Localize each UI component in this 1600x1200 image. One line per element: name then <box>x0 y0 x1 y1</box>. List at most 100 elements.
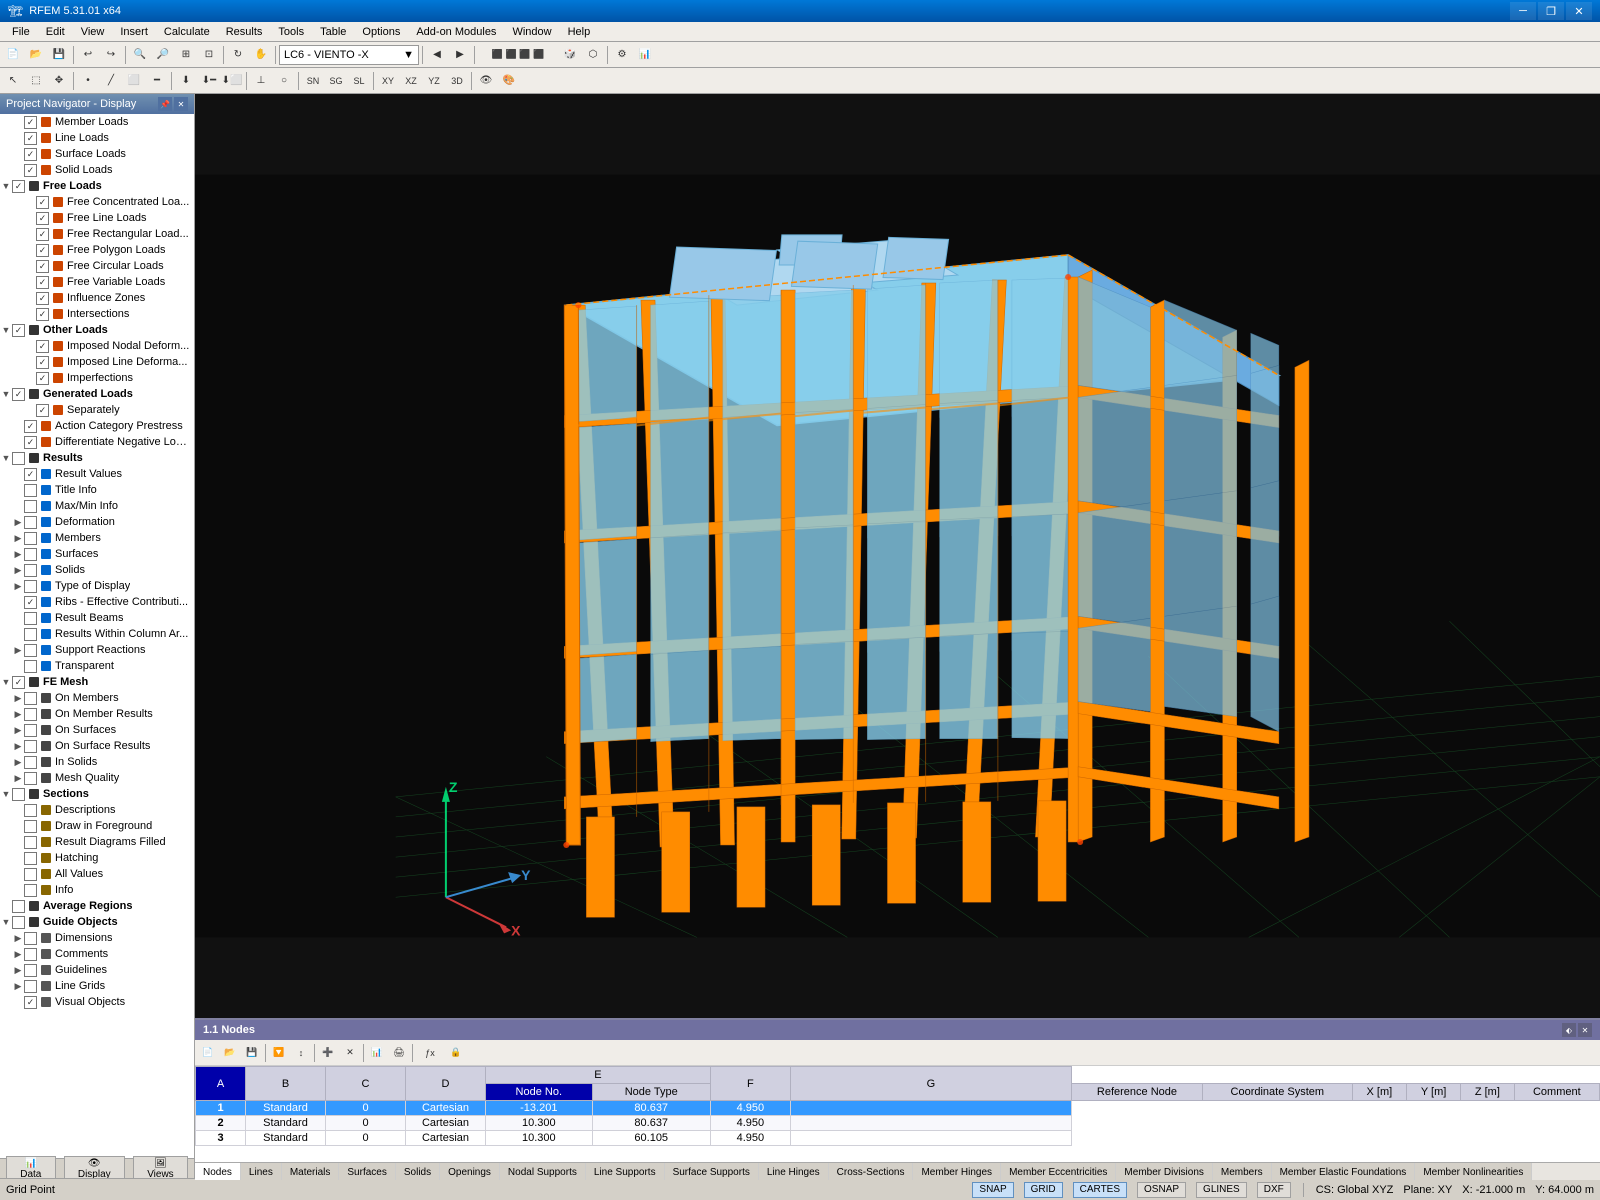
toggle-mesh-quality[interactable]: ▶ <box>12 772 24 784</box>
toggle-guidelines[interactable]: ▶ <box>12 964 24 976</box>
tb-open[interactable]: 📂 <box>25 44 47 66</box>
bottom-tab-solids[interactable]: Solids <box>396 1163 440 1180</box>
tb-wireframe[interactable]: ⬡ <box>582 44 604 66</box>
bottom-tab-members[interactable]: Members <box>1213 1163 1272 1180</box>
check-free-loads[interactable] <box>12 180 25 193</box>
tree-item-visual-objects[interactable]: Visual Objects <box>0 994 194 1010</box>
check-result-diagrams[interactable] <box>24 836 37 849</box>
col-header-b[interactable]: B <box>246 1067 326 1101</box>
tree-item-separately[interactable]: Separately <box>0 402 194 418</box>
check-free-variable[interactable] <box>36 276 49 289</box>
tree-item-free-circular[interactable]: Free Circular Loads <box>0 258 194 274</box>
check-max-min-info[interactable] <box>24 500 37 513</box>
tb2-view-3d[interactable]: 3D <box>446 70 468 92</box>
tb-zoom-all[interactable]: ⊞ <box>175 44 197 66</box>
status-osnap[interactable]: OSNAP <box>1137 1182 1186 1198</box>
tb2-node[interactable]: • <box>77 70 99 92</box>
toggle-deformation[interactable]: ▶ <box>12 516 24 528</box>
footer-display-btn[interactable]: 👁 Display <box>64 1156 125 1179</box>
tree-item-all-values[interactable]: All Values <box>0 866 194 882</box>
panel-pin[interactable]: 📌 <box>158 97 172 111</box>
tree-item-imperfections[interactable]: Imperfections <box>0 370 194 386</box>
tb2-view-yz[interactable]: YZ <box>423 70 445 92</box>
tree-item-results[interactable]: ▼Results <box>0 450 194 466</box>
toggle-support-reactions[interactable]: ▶ <box>12 644 24 656</box>
tree-item-on-surfaces[interactable]: ▶On Surfaces <box>0 722 194 738</box>
table-tb-save[interactable]: 💾 <box>241 1042 263 1064</box>
menu-results[interactable]: Results <box>218 22 271 41</box>
check-result-values[interactable] <box>24 468 37 481</box>
status-glines[interactable]: GLINES <box>1196 1182 1247 1198</box>
tree-item-differentiate[interactable]: Differentiate Negative Loa... <box>0 434 194 450</box>
tb2-snap-node[interactable]: SN <box>302 70 324 92</box>
check-surfaces[interactable] <box>24 548 37 561</box>
close-button[interactable]: ✕ <box>1566 2 1592 20</box>
nodes-table-container[interactable]: A B C D E F G Node No. Node Type Referen… <box>195 1066 1600 1162</box>
tree-item-hatching[interactable]: Hatching <box>0 850 194 866</box>
tree-item-guidelines[interactable]: ▶Guidelines <box>0 962 194 978</box>
table-tb-delete[interactable]: ✕ <box>339 1042 361 1064</box>
bottom-tab-line-hinges[interactable]: Line Hinges <box>759 1163 829 1180</box>
tree-item-result-diagrams[interactable]: Result Diagrams Filled <box>0 834 194 850</box>
bottom-tab-nodes[interactable]: Nodes <box>195 1163 241 1180</box>
toggle-in-solids[interactable]: ▶ <box>12 756 24 768</box>
check-ribs-effective[interactable] <box>24 596 37 609</box>
menu-view[interactable]: View <box>73 22 113 41</box>
table-tb-formula[interactable]: ƒx <box>415 1042 445 1064</box>
toggle-on-member-results[interactable]: ▶ <box>12 708 24 720</box>
tree-item-free-loads[interactable]: ▼Free Loads <box>0 178 194 194</box>
check-free-line-loads[interactable] <box>36 212 49 225</box>
bottom-tab-member-elastic-foundations[interactable]: Member Elastic Foundations <box>1272 1163 1416 1180</box>
toggle-solids[interactable]: ▶ <box>12 564 24 576</box>
bottom-tab-nodal-supports[interactable]: Nodal Supports <box>500 1163 586 1180</box>
check-mesh-quality[interactable] <box>24 772 37 785</box>
check-separately[interactable] <box>36 404 49 417</box>
tb2-move[interactable]: ✥ <box>48 70 70 92</box>
check-sections[interactable] <box>12 788 25 801</box>
bottom-tab-member-hinges[interactable]: Member Hinges <box>913 1163 1001 1180</box>
table-tb-insert[interactable]: ➕ <box>317 1042 339 1064</box>
check-dimensions[interactable] <box>24 932 37 945</box>
table-row-1[interactable]: 2Standard0Cartesian10.30080.6374.950 <box>196 1116 1600 1131</box>
tree-item-result-values[interactable]: Result Values <box>0 466 194 482</box>
tree-item-free-polygon[interactable]: Free Polygon Loads <box>0 242 194 258</box>
footer-views-btn[interactable]: 🖼 Views <box>133 1156 188 1179</box>
menu-window[interactable]: Window <box>504 22 559 41</box>
tb-rotate[interactable]: ↻ <box>227 44 249 66</box>
tb2-line[interactable]: ╱ <box>100 70 122 92</box>
toggle-on-surfaces[interactable]: ▶ <box>12 724 24 736</box>
tb-zoom-sel[interactable]: ⊡ <box>198 44 220 66</box>
table-tb-new[interactable]: 📄 <box>197 1042 219 1064</box>
table-row-2[interactable]: 3Standard0Cartesian10.30060.1054.950 <box>196 1131 1600 1146</box>
check-draw-foreground[interactable] <box>24 820 37 833</box>
tree-item-imposed-nodal[interactable]: Imposed Nodal Deform... <box>0 338 194 354</box>
tree-item-deformation[interactable]: ▶Deformation <box>0 514 194 530</box>
tree-item-influence-zones[interactable]: Influence Zones <box>0 290 194 306</box>
tb-next-lc[interactable]: ▶ <box>449 44 471 66</box>
bottom-tab-member-nonlinearities[interactable]: Member Nonlinearities <box>1415 1163 1532 1180</box>
check-fe-mesh[interactable] <box>12 676 25 689</box>
menu-table[interactable]: Table <box>312 22 354 41</box>
check-results[interactable] <box>12 452 25 465</box>
check-generated-loads[interactable] <box>12 388 25 401</box>
check-free-polygon[interactable] <box>36 244 49 257</box>
table-tb-sort[interactable]: ↕ <box>290 1042 312 1064</box>
check-differentiate[interactable] <box>24 436 37 449</box>
tb2-member[interactable]: ━ <box>146 70 168 92</box>
tb2-select-rect[interactable]: ⬚ <box>25 70 47 92</box>
bottom-tab-surfaces[interactable]: Surfaces <box>339 1163 395 1180</box>
tree-item-imposed-line[interactable]: Imposed Line Deforma... <box>0 354 194 370</box>
tree-item-in-solids[interactable]: ▶In Solids <box>0 754 194 770</box>
tb-results-view[interactable]: 📊 <box>634 44 656 66</box>
check-support-reactions[interactable] <box>24 644 37 657</box>
panel-close[interactable]: ✕ <box>174 97 188 111</box>
bottom-tab-openings[interactable]: Openings <box>440 1163 500 1180</box>
check-descriptions[interactable] <box>24 804 37 817</box>
tb-redo[interactable]: ↪ <box>100 44 122 66</box>
tree-item-surface-loads[interactable]: Surface Loads <box>0 146 194 162</box>
tree-item-free-rectangular[interactable]: Free Rectangular Load... <box>0 226 194 242</box>
table-close[interactable]: ✕ <box>1578 1023 1592 1037</box>
tree-item-average-regions[interactable]: Average Regions <box>0 898 194 914</box>
toggle-free-loads[interactable]: ▼ <box>0 180 12 192</box>
footer-data-btn[interactable]: 📊 Data <box>6 1156 56 1179</box>
